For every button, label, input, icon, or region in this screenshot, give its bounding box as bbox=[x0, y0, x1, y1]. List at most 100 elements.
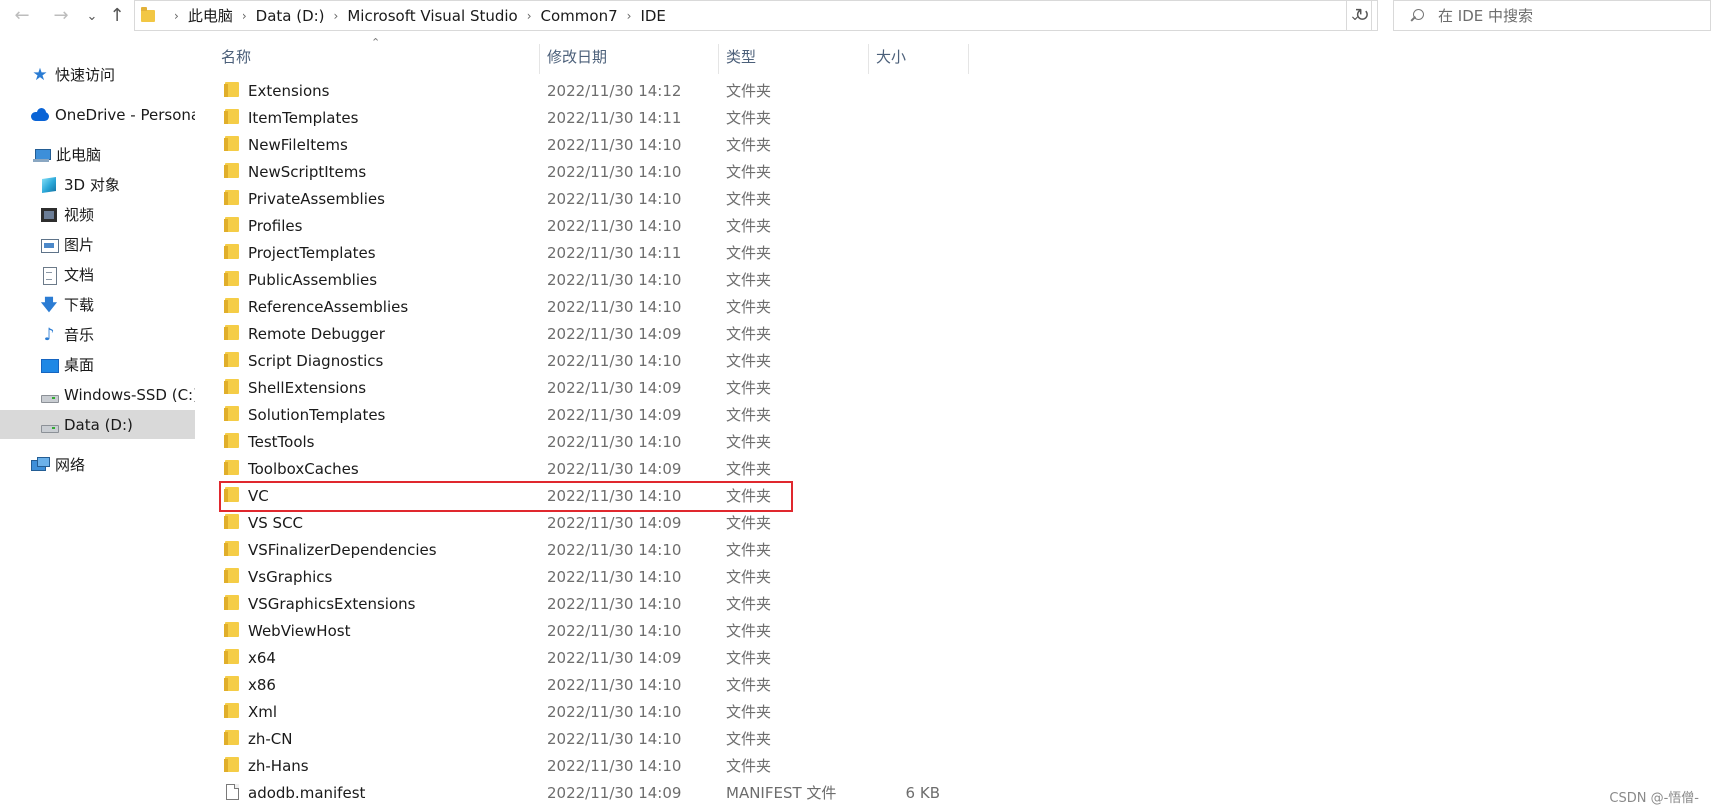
table-row[interactable]: Script Diagnostics 2022/11/30 14:10 文件夹 bbox=[195, 347, 1195, 374]
search-box[interactable] bbox=[1393, 0, 1711, 31]
folder-icon bbox=[224, 325, 239, 340]
table-row[interactable]: NewFileItems 2022/11/30 14:10 文件夹 bbox=[195, 131, 1195, 158]
table-row[interactable]: PublicAssemblies 2022/11/30 14:10 文件夹 bbox=[195, 266, 1195, 293]
column-header-type[interactable]: 类型 bbox=[726, 40, 856, 72]
chevron-right-icon[interactable]: › bbox=[242, 9, 247, 23]
column-divider[interactable] bbox=[968, 44, 969, 74]
table-row[interactable]: VSGraphicsExtensions 2022/11/30 14:10 文件夹 bbox=[195, 590, 1195, 617]
file-date: 2022/11/30 14:10 bbox=[547, 567, 682, 586]
sidebar-item-windows-ssd[interactable]: Windows-SSD (C:) bbox=[0, 380, 195, 409]
sidebar-item-downloads[interactable]: 🡇 下载 bbox=[0, 290, 195, 319]
chevron-right-icon[interactable]: › bbox=[174, 9, 179, 23]
table-row[interactable]: VC 2022/11/30 14:10 文件夹 bbox=[195, 482, 1195, 509]
3d-objects-icon bbox=[40, 177, 58, 193]
table-row[interactable]: Extensions 2022/11/30 14:12 文件夹 bbox=[195, 77, 1195, 104]
file-type: 文件夹 bbox=[726, 82, 772, 100]
file-date: 2022/11/30 14:10 bbox=[547, 675, 682, 694]
file-name: ProjectTemplates bbox=[248, 243, 376, 262]
file-type: 文件夹 bbox=[726, 298, 772, 316]
refresh-icon[interactable]: ↻ bbox=[1346, 0, 1378, 31]
table-row[interactable]: VS SCC 2022/11/30 14:09 文件夹 bbox=[195, 509, 1195, 536]
breadcrumb-common7[interactable]: Common7 bbox=[541, 7, 618, 25]
table-row[interactable]: ToolboxCaches 2022/11/30 14:09 文件夹 bbox=[195, 455, 1195, 482]
table-row[interactable]: PrivateAssemblies 2022/11/30 14:10 文件夹 bbox=[195, 185, 1195, 212]
file-type: 文件夹 bbox=[726, 136, 772, 154]
file-type: 文件夹 bbox=[726, 460, 772, 478]
table-row[interactable]: TestTools 2022/11/30 14:10 文件夹 bbox=[195, 428, 1195, 455]
table-row[interactable]: zh-CN 2022/11/30 14:10 文件夹 bbox=[195, 725, 1195, 752]
table-row[interactable]: SolutionTemplates 2022/11/30 14:09 文件夹 bbox=[195, 401, 1195, 428]
chevron-right-icon[interactable]: › bbox=[527, 9, 532, 23]
column-header-name[interactable]: 名称 bbox=[221, 40, 531, 72]
address-bar[interactable]: › 此电脑 › Data (D:) › Microsoft Visual Stu… bbox=[134, 0, 1372, 31]
table-row[interactable]: NewScriptItems 2022/11/30 14:10 文件夹 bbox=[195, 158, 1195, 185]
table-row[interactable]: ReferenceAssemblies 2022/11/30 14:10 文件夹 bbox=[195, 293, 1195, 320]
file-date: 2022/11/30 14:09 bbox=[547, 459, 682, 478]
table-row[interactable]: Remote Debugger 2022/11/30 14:09 文件夹 bbox=[195, 320, 1195, 347]
back-arrow-icon[interactable]: ← bbox=[10, 4, 34, 28]
sidebar-item-this-pc[interactable]: 此电脑 bbox=[0, 140, 195, 169]
table-row[interactable]: zh-Hans 2022/11/30 14:10 文件夹 bbox=[195, 752, 1195, 779]
up-arrow-icon[interactable]: ↑ bbox=[105, 4, 129, 28]
file-name: x86 bbox=[248, 675, 276, 694]
file-type: 文件夹 bbox=[726, 352, 772, 370]
file-name: VC bbox=[248, 486, 269, 505]
chevron-right-icon[interactable]: › bbox=[334, 9, 339, 23]
sidebar-item-music[interactable]: ♪ 音乐 bbox=[0, 320, 195, 349]
breadcrumb-this-pc[interactable]: 此电脑 bbox=[188, 5, 233, 26]
table-row[interactable]: Profiles 2022/11/30 14:10 文件夹 bbox=[195, 212, 1195, 239]
table-row[interactable]: x64 2022/11/30 14:09 文件夹 bbox=[195, 644, 1195, 671]
navigation-pane: ★ 快速访问 OneDrive - Persona 此电脑 3D 对象 视频 图… bbox=[0, 56, 195, 812]
file-name: VsGraphics bbox=[248, 567, 333, 586]
chevron-right-icon[interactable]: › bbox=[627, 9, 632, 23]
sidebar-item-label: 文档 bbox=[64, 266, 95, 284]
table-row[interactable]: Xml 2022/11/30 14:10 文件夹 bbox=[195, 698, 1195, 725]
breadcrumb-data-drive[interactable]: Data (D:) bbox=[256, 7, 325, 25]
sidebar-item-label: 3D 对象 bbox=[64, 176, 120, 194]
file-date: 2022/11/30 14:10 bbox=[547, 351, 682, 370]
file-name: NewFileItems bbox=[248, 135, 348, 154]
table-row[interactable]: VSFinalizerDependencies 2022/11/30 14:10 文… bbox=[195, 536, 1195, 563]
folder-icon bbox=[224, 433, 239, 448]
sidebar-item-3d-objects[interactable]: 3D 对象 bbox=[0, 170, 195, 199]
column-divider[interactable] bbox=[539, 44, 540, 74]
breadcrumb-visual-studio[interactable]: Microsoft Visual Studio bbox=[347, 7, 517, 25]
chevron-down-icon[interactable]: ⌄ bbox=[80, 4, 104, 28]
column-divider[interactable] bbox=[868, 44, 869, 74]
file-size: 6 KB bbox=[905, 783, 940, 802]
search-icon bbox=[1410, 8, 1424, 23]
column-header-size[interactable]: 大小 bbox=[876, 40, 961, 72]
file-date: 2022/11/30 14:09 bbox=[547, 405, 682, 424]
table-row[interactable]: ShellExtensions 2022/11/30 14:09 文件夹 bbox=[195, 374, 1195, 401]
table-row[interactable]: ProjectTemplates 2022/11/30 14:11 文件夹 bbox=[195, 239, 1195, 266]
folder-icon bbox=[224, 676, 239, 691]
sidebar-item-videos[interactable]: 视频 bbox=[0, 200, 195, 229]
folder-icon bbox=[141, 6, 155, 22]
forward-arrow-icon[interactable]: → bbox=[49, 4, 73, 28]
sidebar-item-desktop[interactable]: 桌面 bbox=[0, 350, 195, 379]
sidebar-item-label: Data (D:) bbox=[64, 415, 133, 434]
table-row[interactable]: WebViewHost 2022/11/30 14:10 文件夹 bbox=[195, 617, 1195, 644]
table-row[interactable]: x86 2022/11/30 14:10 文件夹 bbox=[195, 671, 1195, 698]
file-date: 2022/11/30 14:10 bbox=[547, 135, 682, 154]
breadcrumb-ide[interactable]: IDE bbox=[640, 7, 665, 25]
sidebar-item-pictures[interactable]: 图片 bbox=[0, 230, 195, 259]
folder-icon bbox=[224, 730, 239, 745]
column-header-date[interactable]: 修改日期 bbox=[547, 40, 717, 72]
column-divider[interactable] bbox=[718, 44, 719, 74]
sidebar-item-network[interactable]: 网络 bbox=[0, 450, 195, 479]
sidebar-item-documents[interactable]: 文档 bbox=[0, 260, 195, 289]
sidebar-item-quick-access[interactable]: ★ 快速访问 bbox=[0, 60, 195, 89]
documents-icon bbox=[40, 266, 58, 285]
file-name: WebViewHost bbox=[248, 621, 351, 640]
sidebar-item-data-drive[interactable]: Data (D:) bbox=[0, 410, 195, 439]
table-row[interactable]: VsGraphics 2022/11/30 14:10 文件夹 bbox=[195, 563, 1195, 590]
file-date: 2022/11/30 14:10 bbox=[547, 162, 682, 181]
table-row[interactable]: ItemTemplates 2022/11/30 14:11 文件夹 bbox=[195, 104, 1195, 131]
sidebar-item-label: 视频 bbox=[64, 206, 95, 224]
table-row[interactable]: adodb.manifest 2022/11/30 14:09 MANIFEST 文… bbox=[195, 779, 1195, 806]
search-input[interactable] bbox=[1438, 6, 1698, 25]
file-name: zh-CN bbox=[248, 729, 293, 748]
file-date: 2022/11/30 14:09 bbox=[547, 783, 682, 802]
sidebar-item-onedrive[interactable]: OneDrive - Persona bbox=[0, 100, 195, 129]
